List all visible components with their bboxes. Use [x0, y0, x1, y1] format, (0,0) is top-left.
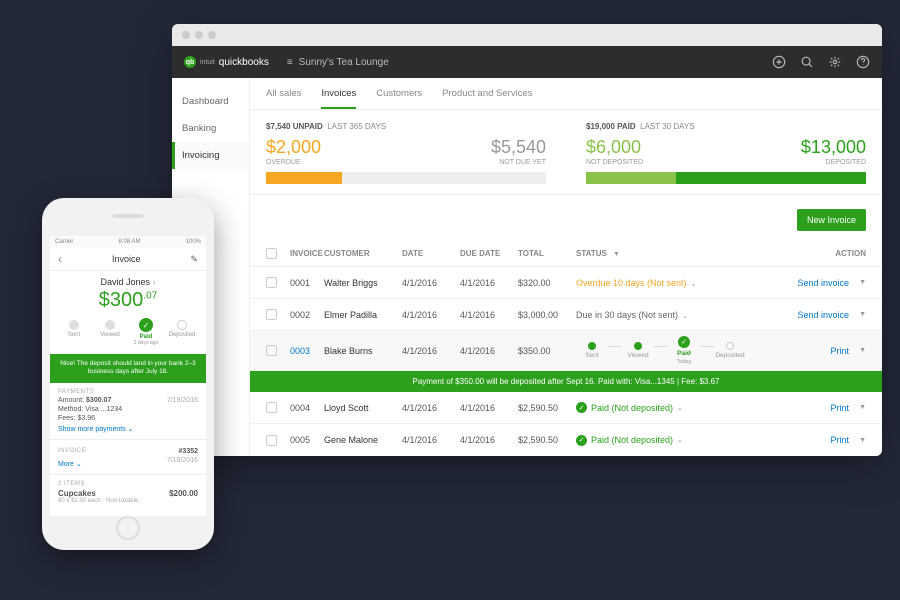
phone-timeline: Sent Viewed ✓Paid2 days ago Deposited — [50, 320, 206, 346]
chevron-down-icon[interactable]: ⌄ — [677, 405, 683, 412]
send-invoice-link[interactable]: Send invoice — [798, 278, 850, 288]
phone-mockup: Carrier8:08 AM100% ‹ Invoice ✎ David Jon… — [42, 198, 214, 550]
deposit-banner: Payment of $350.00 will be deposited aft… — [250, 371, 882, 392]
stat-paid-head: $19,000 PAID LAST 30 DAYS — [586, 122, 866, 131]
brand-logo[interactable]: qb intuit quickbooks — [184, 56, 269, 68]
check-icon: ✓ — [678, 336, 690, 348]
row-checkbox[interactable] — [266, 345, 277, 356]
chevron-down-icon[interactable]: ⌄ — [682, 313, 688, 320]
sort-icon: ▼ — [613, 251, 620, 258]
sidebar-item-invoicing[interactable]: Invoicing — [172, 142, 249, 169]
tab-all-sales[interactable]: All sales — [266, 88, 301, 109]
table-row-expanded[interactable]: 0003 Blake Burns 4/1/2016 4/1/2016 $350.… — [250, 331, 882, 371]
stat-dep-amount: $13,000 — [801, 137, 866, 158]
table-row[interactable]: 0004 Lloyd Scott 4/1/2016 4/1/2016 $2,59… — [250, 392, 882, 424]
tab-invoices[interactable]: Invoices — [321, 88, 356, 109]
invoice-meta-section: INVOICE#3352 More ⌄7/18/2016 — [50, 440, 206, 475]
sidebar-item-dashboard[interactable]: Dashboard — [172, 88, 249, 115]
stat-notdep-amount: $6,000 — [586, 137, 643, 158]
main-content: All sales Invoices Customers Product and… — [250, 78, 882, 456]
tabs: All sales Invoices Customers Product and… — [250, 78, 882, 110]
stat-unpaid-head: $7,540 UNPAID LAST 365 DAYS — [266, 122, 546, 131]
search-icon[interactable] — [800, 55, 814, 69]
add-icon[interactable] — [772, 55, 786, 69]
chevron-down-icon[interactable]: ⌄ — [677, 437, 683, 444]
invoice-amount: $300.07 — [50, 289, 206, 312]
phone-statusbar: Carrier8:08 AM100% — [50, 236, 206, 248]
check-icon: ✓ — [576, 402, 587, 413]
traffic-light-icon[interactable] — [195, 31, 203, 39]
traffic-light-icon[interactable] — [208, 31, 216, 39]
company-switcher[interactable]: ≡ Sunny's Tea Lounge — [287, 57, 389, 68]
items-section: 2 ITEMS Cupcakes$200.00 80 x $2.50 each … — [50, 475, 206, 510]
row-checkbox[interactable] — [266, 435, 277, 446]
action-menu-icon[interactable]: ▼ — [859, 311, 866, 318]
more-link[interactable]: More ⌄ — [58, 460, 82, 468]
company-name: Sunny's Tea Lounge — [299, 57, 389, 68]
stats-panel: $7,540 UNPAID LAST 365 DAYS $2,000OVERDU… — [250, 110, 882, 194]
customer-name[interactable]: David Jones › — [50, 277, 206, 287]
table-row[interactable]: 0005 Gene Malone 4/1/2016 4/1/2016 $2,59… — [250, 424, 882, 456]
check-icon: ✓ — [576, 435, 587, 446]
stat-overdue-amount: $2,000 — [266, 137, 321, 158]
unpaid-bar — [266, 172, 546, 184]
print-link[interactable]: Print — [831, 403, 850, 413]
send-invoice-link[interactable]: Send invoice — [798, 310, 850, 320]
action-menu-icon[interactable]: ▼ — [859, 404, 866, 411]
payments-section: PAYMENTS Amount: $300.077/18/2016 Method… — [50, 383, 206, 440]
brand-pretext: intuit — [200, 59, 215, 66]
invoice-table: INVOICE CUSTOMER DATE DUE DATE TOTAL STA… — [250, 241, 882, 456]
browser-window: qb intuit quickbooks ≡ Sunny's Tea Loung… — [172, 24, 882, 456]
chevron-down-icon[interactable]: ⌄ — [691, 281, 697, 288]
brand-text: quickbooks — [219, 57, 269, 68]
check-icon: ✓ — [139, 318, 153, 332]
row-checkbox[interactable] — [266, 277, 277, 288]
paid-bar — [586, 172, 866, 184]
phone-screen: Carrier8:08 AM100% ‹ Invoice ✎ David Jon… — [50, 236, 206, 516]
action-menu-icon[interactable]: ▼ — [859, 347, 866, 354]
hamburger-icon: ≡ — [287, 57, 293, 68]
tab-products[interactable]: Product and Services — [442, 88, 532, 109]
action-menu-icon[interactable]: ▼ — [859, 279, 866, 286]
help-icon[interactable] — [856, 55, 870, 69]
show-more-payments-link[interactable]: Show more payments ⌄ — [58, 425, 134, 433]
back-icon[interactable]: ‹ — [58, 252, 62, 266]
app-topbar: qb intuit quickbooks ≡ Sunny's Tea Loung… — [172, 46, 882, 78]
row-checkbox[interactable] — [266, 309, 277, 320]
window-chrome — [172, 24, 882, 46]
col-date[interactable]: DATE — [402, 249, 460, 258]
action-menu-icon[interactable]: ▼ — [859, 437, 866, 444]
deposit-notice: Nice! The deposit should land in your ba… — [50, 354, 206, 383]
row-checkbox[interactable] — [266, 402, 277, 413]
status-timeline: Sent Viewed ✓PaidToday Deposited — [576, 336, 796, 365]
col-status[interactable]: STATUS ▼ — [576, 249, 796, 258]
col-invoice[interactable]: INVOICE — [290, 249, 324, 258]
col-customer[interactable]: CUSTOMER — [324, 249, 402, 258]
select-all-checkbox[interactable] — [266, 248, 277, 259]
sidebar-item-banking[interactable]: Banking — [172, 115, 249, 142]
phone-header: ‹ Invoice ✎ — [50, 248, 206, 271]
traffic-light-icon[interactable] — [182, 31, 190, 39]
gear-icon[interactable] — [828, 55, 842, 69]
stat-notdue-amount: $5,540 — [491, 137, 546, 158]
screen-title: Invoice — [112, 254, 141, 264]
col-duedate[interactable]: DUE DATE — [460, 249, 518, 258]
col-action: ACTION — [796, 249, 866, 258]
table-toolbar: New Invoice — [250, 195, 882, 241]
table-row[interactable]: 0001 Walter Briggs 4/1/2016 4/1/2016 $32… — [250, 267, 882, 299]
print-link[interactable]: Print — [831, 435, 850, 445]
print-link[interactable]: Print — [831, 346, 850, 356]
qb-mark-icon: qb — [184, 56, 196, 68]
table-row[interactable]: 0002 Elmer Padilla 4/1/2016 4/1/2016 $3,… — [250, 299, 882, 331]
col-total[interactable]: TOTAL — [518, 249, 576, 258]
tab-customers[interactable]: Customers — [376, 88, 422, 109]
edit-icon[interactable]: ✎ — [190, 254, 198, 265]
new-invoice-button[interactable]: New Invoice — [797, 209, 866, 231]
